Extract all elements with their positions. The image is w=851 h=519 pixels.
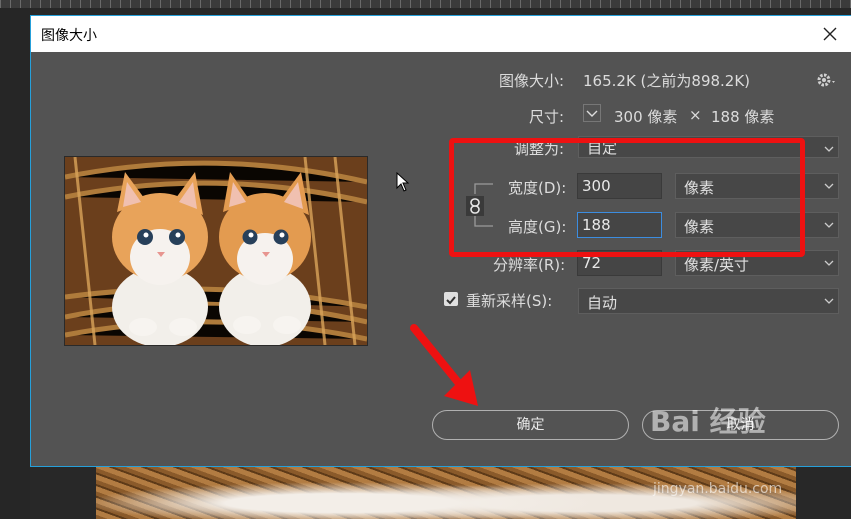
- image-preview: [64, 156, 368, 346]
- resolution-label: 分辨率(R):: [493, 256, 566, 274]
- dimensions-width: 300 像素: [614, 108, 678, 126]
- highlight-box: [449, 138, 805, 257]
- checkmark-icon: [446, 296, 456, 305]
- dimensions-height: 188 像素: [711, 108, 775, 126]
- cursor-icon: [396, 172, 410, 192]
- dimensions-label: 尺寸:: [529, 108, 565, 126]
- ruler: [0, 0, 851, 8]
- dimensions-times: ×: [689, 106, 702, 124]
- resample-label: 重新采样(S):: [466, 292, 553, 310]
- gear-icon[interactable]: [816, 72, 838, 88]
- ok-button[interactable]: 确定: [432, 410, 629, 440]
- watermark-url: jingyan.baidu.com: [653, 481, 783, 497]
- dialog-title: 图像大小: [41, 28, 97, 44]
- image-size-label: 图像大小:: [499, 72, 565, 90]
- dimensions-dropdown[interactable]: [583, 104, 601, 122]
- title-bar: 图像大小: [31, 16, 851, 52]
- image-size-value: 165.2K (之前为898.2K): [583, 72, 751, 90]
- resample-value: 自动: [587, 294, 618, 312]
- chevron-down-icon: [824, 146, 834, 152]
- kittens-image: [65, 157, 367, 345]
- resample-checkbox[interactable]: [444, 292, 458, 306]
- baidu-watermark: Bai 经验: [650, 405, 766, 438]
- workspace-background: [0, 8, 30, 519]
- chevron-down-icon: [824, 260, 834, 266]
- chevron-down-icon: [586, 110, 598, 117]
- chevron-down-icon: [824, 298, 834, 304]
- close-icon[interactable]: [820, 24, 840, 44]
- resolution-unit-value: 像素/英寸: [684, 256, 750, 274]
- chevron-down-icon: [824, 222, 834, 228]
- chevron-down-icon: [824, 183, 834, 189]
- red-arrow-annotation: [410, 324, 478, 406]
- resample-select[interactable]: 自动: [578, 288, 839, 314]
